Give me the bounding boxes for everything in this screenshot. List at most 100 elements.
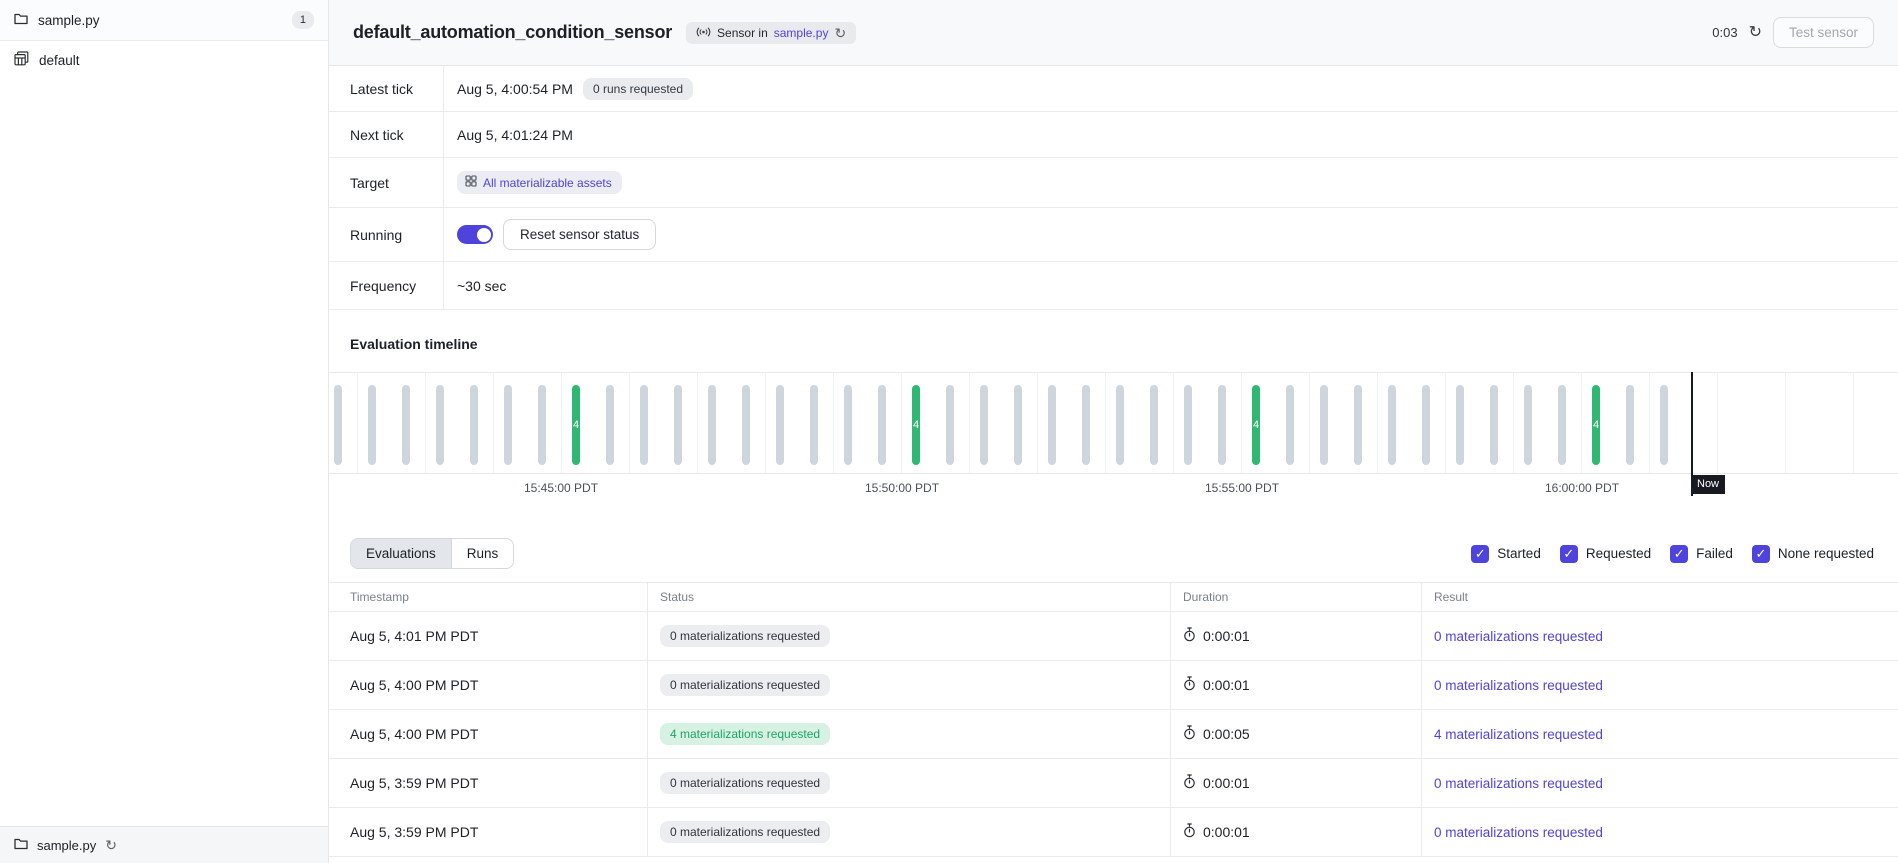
- timeline-tick-bar[interactable]: [1456, 385, 1464, 465]
- timeline-tick-bar-success[interactable]: 4: [1252, 385, 1260, 465]
- filter-failed[interactable]: ✓Failed: [1670, 545, 1733, 563]
- result-link[interactable]: 0 materializations requested: [1434, 825, 1603, 840]
- app-root: sample.py 1 default sample.py ↻: [0, 0, 1898, 863]
- checkbox-checked-icon[interactable]: ✓: [1670, 545, 1688, 563]
- timeline-tick-bar[interactable]: [1048, 385, 1056, 465]
- timeline-tick-bar[interactable]: [504, 385, 512, 465]
- sensor-location-chip: Sensor in sample.py ↻: [686, 22, 856, 44]
- duration-cell: 0:00:01: [1171, 808, 1422, 856]
- timeline-tick-bar[interactable]: [470, 385, 478, 465]
- timestamp-cell[interactable]: Aug 5, 4:00 PM PDT: [329, 661, 648, 709]
- timeline-tick-bar[interactable]: [1286, 385, 1294, 465]
- duration-value: 0:00:01: [1203, 775, 1250, 791]
- timeline-tick-bar-success[interactable]: 4: [912, 385, 920, 465]
- timeline-tick-bar[interactable]: [946, 385, 954, 465]
- timeline-gridline: [1581, 373, 1582, 473]
- timeline-tick-bar[interactable]: [436, 385, 444, 465]
- timeline-tick-bar[interactable]: [1558, 385, 1566, 465]
- sensor-chip-text: Sensor in: [717, 26, 768, 40]
- timeline-tick-bar[interactable]: [1354, 385, 1362, 465]
- timestamp-value: Aug 5, 4:00 PM PDT: [350, 677, 478, 693]
- sidebar-item-sample-py[interactable]: sample.py 1: [0, 0, 328, 41]
- timeline-gridline: [1513, 373, 1514, 473]
- filter-requested[interactable]: ✓Requested: [1560, 545, 1651, 563]
- timeline-tick-bar[interactable]: [402, 385, 410, 465]
- timeline-tick-bar[interactable]: [1490, 385, 1498, 465]
- timeline-tick-bar[interactable]: [334, 385, 342, 465]
- timeline-tick-bar-success[interactable]: 4: [572, 385, 580, 465]
- result-link[interactable]: 0 materializations requested: [1434, 678, 1603, 693]
- timeline-tick-bar[interactable]: [1218, 385, 1226, 465]
- timeline-tick-bar[interactable]: [742, 385, 750, 465]
- timestamp-cell[interactable]: Aug 5, 3:59 PM PDT: [329, 808, 648, 856]
- sensor-chip-file-link[interactable]: sample.py: [774, 26, 829, 40]
- timestamp-value: Aug 5, 3:59 PM PDT: [350, 824, 478, 840]
- result-link[interactable]: 4 materializations requested: [1434, 727, 1603, 742]
- timeline-tick-bar[interactable]: [1184, 385, 1192, 465]
- timeline-tick-bar[interactable]: [606, 385, 614, 465]
- timeline-tick-bar[interactable]: [1320, 385, 1328, 465]
- timeline-tick-bar[interactable]: [1626, 385, 1634, 465]
- tab-runs[interactable]: Runs: [451, 539, 514, 568]
- reset-sensor-status-button[interactable]: Reset sensor status: [503, 219, 656, 250]
- status-badge: 0 materializations requested: [660, 821, 830, 843]
- result-link[interactable]: 0 materializations requested: [1434, 629, 1603, 644]
- timeline-tick-bar[interactable]: [810, 385, 818, 465]
- timestamp-cell[interactable]: Aug 5, 4:00 PM PDT: [329, 710, 648, 758]
- timeline-tick-bar[interactable]: [640, 385, 648, 465]
- timeline-tick-bar[interactable]: [878, 385, 886, 465]
- main-panel: default_automation_condition_sensor Sens…: [329, 0, 1898, 863]
- column-header-result: Result: [1422, 583, 1898, 611]
- timeline-tick-bar[interactable]: [1660, 385, 1668, 465]
- timeline-tick-bar[interactable]: [1524, 385, 1532, 465]
- running-toggle[interactable]: [457, 225, 493, 244]
- timeline-tick-bar[interactable]: [1150, 385, 1158, 465]
- duration-cell: 0:00:01: [1171, 759, 1422, 807]
- timeline-tick-bar[interactable]: [1116, 385, 1124, 465]
- timeline-gridline: [969, 373, 970, 473]
- test-sensor-button[interactable]: Test sensor: [1773, 17, 1874, 48]
- timeline-tick-bar[interactable]: [1422, 385, 1430, 465]
- table-row: Aug 5, 4:00 PM PDT 0 materializations req…: [329, 661, 1898, 710]
- timeline-tick-bar[interactable]: [776, 385, 784, 465]
- evaluation-timeline-section: Evaluation timeline 4444 15:45:00 PDT15:…: [329, 310, 1898, 504]
- filter-started[interactable]: ✓Started: [1471, 545, 1541, 563]
- timeline-gridline: [1173, 373, 1174, 473]
- result-link[interactable]: 0 materializations requested: [1434, 776, 1603, 791]
- timeline-tick-bar[interactable]: [1014, 385, 1022, 465]
- timeline-tick-bar[interactable]: [980, 385, 988, 465]
- sidebar-item-default[interactable]: default: [0, 42, 328, 78]
- timeline-title: Evaluation timeline: [329, 336, 1898, 352]
- checkbox-checked-icon[interactable]: ✓: [1752, 545, 1770, 563]
- timeline-tick-bar[interactable]: [1082, 385, 1090, 465]
- sensor-signal-icon: [696, 26, 711, 40]
- timeline-tick-bar[interactable]: [674, 385, 682, 465]
- timeline-tick-bar[interactable]: [708, 385, 716, 465]
- timestamp-cell[interactable]: Aug 5, 3:59 PM PDT: [329, 759, 648, 807]
- reload-icon[interactable]: ↻: [105, 838, 117, 852]
- refresh-icon[interactable]: ↻: [1749, 25, 1762, 41]
- timeline-gridline: [1649, 373, 1650, 473]
- timestamp-cell[interactable]: Aug 5, 4:01 PM PDT: [329, 612, 648, 660]
- timeline-tick-bar[interactable]: [368, 385, 376, 465]
- timeline-tick-bar-success[interactable]: 4: [1592, 385, 1600, 465]
- toggle-knob: [477, 228, 491, 242]
- timeline-tick-bar[interactable]: [538, 385, 546, 465]
- detail-row-running: Running Reset sensor status: [329, 208, 1898, 262]
- checkbox-checked-icon[interactable]: ✓: [1471, 545, 1489, 563]
- target-chip-label: All materializable assets: [483, 176, 612, 190]
- page-header: default_automation_condition_sensor Sens…: [329, 0, 1898, 66]
- stopwatch-icon: [1183, 823, 1196, 841]
- runs-requested-badge: 0 runs requested: [583, 78, 693, 100]
- timeline-gridline: [765, 373, 766, 473]
- filter-none-requested[interactable]: ✓None requested: [1752, 545, 1874, 563]
- checkbox-checked-icon[interactable]: ✓: [1560, 545, 1578, 563]
- timeline-gridline: [901, 373, 902, 473]
- target-assets-chip[interactable]: All materializable assets: [457, 171, 622, 194]
- sidebar: sample.py 1 default sample.py ↻: [0, 0, 329, 863]
- tab-evaluations[interactable]: Evaluations: [351, 539, 451, 568]
- reload-icon[interactable]: ↻: [834, 26, 846, 40]
- timeline-tick-bar[interactable]: [1388, 385, 1396, 465]
- timeline-tick-bar[interactable]: [844, 385, 852, 465]
- detail-label: Running: [329, 208, 444, 261]
